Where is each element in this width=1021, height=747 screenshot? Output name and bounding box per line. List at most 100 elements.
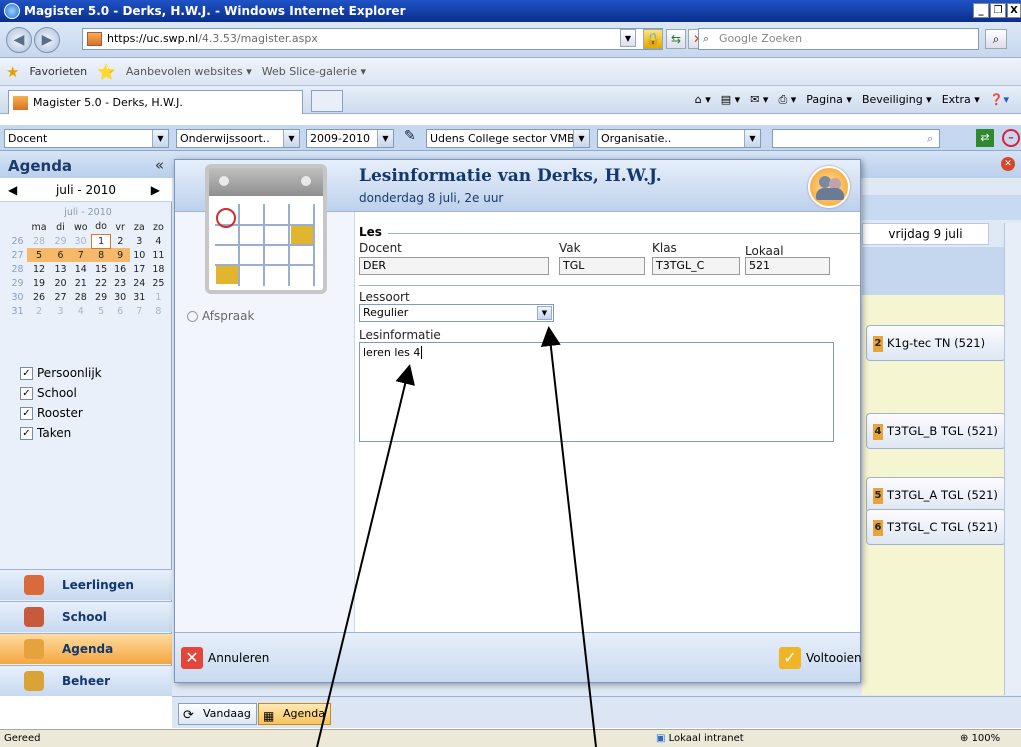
calendar-day[interactable]: 29 (92, 290, 111, 304)
calendar-day[interactable]: 7 (130, 304, 149, 318)
week-number[interactable]: 31 (8, 304, 27, 318)
calendar-day[interactable]: 25 (149, 276, 168, 290)
zoom-control[interactable]: ⊕ 100% (960, 730, 1000, 747)
search-go-icon[interactable]: ⌕ (985, 29, 1007, 49)
calendar-day[interactable]: 27 (51, 290, 70, 304)
calendar-day[interactable]: 28 (27, 234, 51, 248)
week-number[interactable]: 27 (8, 248, 27, 262)
prev-month-button[interactable]: ◀ (8, 178, 17, 202)
forward-button[interactable]: ▶ (34, 27, 60, 53)
calendar-day[interactable]: 11 (149, 248, 168, 262)
top-scrollbar[interactable] (1004, 223, 1021, 295)
calendar-day[interactable]: 6 (111, 304, 130, 318)
cancel-button[interactable]: ✕ Annuleren (181, 645, 269, 671)
calendar-day[interactable]: 31 (130, 290, 149, 304)
calendar-day[interactable]: 16 (111, 262, 130, 276)
calendar-day[interactable]: 14 (70, 262, 91, 276)
calendar-day[interactable]: 23 (111, 276, 130, 290)
calendar-day[interactable]: 1 (149, 290, 168, 304)
lock-icon[interactable]: 🔒 (643, 29, 663, 49)
calendar-day[interactable]: 13 (51, 262, 70, 276)
year-select[interactable]: 2009-2010 ▼ (306, 129, 394, 148)
afspraak-option[interactable]: Afspraak (187, 309, 254, 323)
lessoort-select[interactable]: Regulier ▼ (359, 304, 554, 322)
calendar-day[interactable]: 24 (130, 276, 149, 290)
calendar-day[interactable]: 1 (91, 233, 112, 249)
mail-icon[interactable]: ✉ ▾ (750, 93, 768, 107)
menu-pagina[interactable]: Pagina ▾ (806, 93, 852, 107)
calendar-day[interactable]: 20 (51, 276, 70, 290)
filter-taken[interactable]: ✓ Taken (20, 426, 71, 440)
calendar-day[interactable]: 7 (70, 248, 92, 262)
appointment[interactable]: 5 T3TGL_A TGL (521) (866, 477, 1006, 513)
calendar-day[interactable]: 8 (91, 248, 111, 262)
back-button[interactable]: ◀ (6, 27, 32, 53)
browser-tab[interactable]: Magister 5.0 - Derks, H.W.J. (8, 90, 303, 114)
refresh-icon[interactable]: ⇆ (666, 29, 686, 49)
fav-web-slice[interactable]: Web Slice-galerie ▾ (262, 65, 366, 78)
agenda-view-button[interactable]: ▦ Agenda (258, 703, 331, 725)
appointment[interactable]: 4 T3TGL_B TGL (521) (866, 413, 1006, 449)
calendar-day[interactable]: 3 (130, 234, 149, 248)
calendar-day[interactable]: 30 (70, 234, 91, 248)
add-favorite-icon[interactable]: ⭐ (97, 63, 116, 81)
calendar-day[interactable]: 10 (130, 248, 149, 262)
appointment[interactable]: 6 T3TGL_C TGL (521) (866, 509, 1006, 545)
calendar-day[interactable]: 2 (111, 234, 130, 248)
finish-button[interactable]: ✓ Voltooien (779, 645, 862, 671)
organisation-select[interactable]: Organisatie.. ▼ (597, 129, 761, 148)
print-icon[interactable]: ⎙ ▾ (778, 93, 796, 107)
filter-persoonlijk[interactable]: ✓ Persoonlijk (20, 366, 102, 380)
menu-beveiliging[interactable]: Beveiliging ▾ (862, 93, 932, 107)
week-number[interactable]: 28 (8, 262, 27, 276)
favorites-button[interactable]: Favorieten (29, 65, 87, 78)
close-icon[interactable]: ✕ (1001, 157, 1015, 171)
nav-panel-agenda[interactable]: Agenda (0, 633, 172, 664)
week-number[interactable]: 30 (8, 290, 27, 304)
calendar-day[interactable]: 18 (149, 262, 168, 276)
checkbox-icon[interactable]: ✓ (20, 386, 33, 400)
calendar-day[interactable]: 9 (110, 248, 130, 262)
restore-button[interactable]: ❐ (990, 3, 1006, 18)
pencil-icon[interactable]: ✎ (404, 128, 416, 144)
lesinformatie-textarea[interactable]: leren les 4 (359, 342, 834, 442)
search-input[interactable]: ⌕ Google Zoeken (698, 28, 979, 50)
checkbox-icon[interactable]: ✓ (20, 426, 33, 440)
week-number[interactable]: 29 (8, 276, 27, 290)
checkbox-icon[interactable]: ✓ (20, 366, 33, 380)
menu-extra[interactable]: Extra ▾ (942, 93, 980, 107)
home-icon[interactable]: ⌂ ▾ (695, 93, 711, 107)
nav-panel-beheer[interactable]: Beheer (0, 665, 172, 696)
calendar-day[interactable]: 29 (51, 234, 70, 248)
calendar-day[interactable]: 15 (92, 262, 111, 276)
dropdown-arrow-icon[interactable]: ▼ (620, 29, 636, 47)
appointment[interactable]: 2 K1g-tec TN (521) (866, 325, 1006, 361)
type-select[interactable]: Onderwijssoort.. ▼ (176, 129, 300, 148)
role-select[interactable]: Docent ▼ (4, 129, 169, 148)
week-number[interactable]: 26 (8, 234, 27, 248)
quick-search-input[interactable]: ⌕ (772, 129, 940, 148)
calendar-day[interactable]: 2 (27, 304, 51, 318)
feeds-icon[interactable]: ▤ ▾ (721, 93, 740, 107)
new-tab-button[interactable] (311, 90, 343, 112)
filter-school[interactable]: ✓ School (20, 386, 77, 400)
address-bar[interactable]: https://uc.swp.nl/4.3.53/magister.aspx (82, 28, 663, 50)
calendar-day[interactable]: 22 (92, 276, 111, 290)
favorites-star-icon[interactable]: ★ (6, 63, 19, 81)
school-select[interactable]: Udens College sector VMBO ▼ (426, 129, 590, 148)
calendar-day[interactable]: 5 (92, 304, 111, 318)
logout-icon[interactable]: – (1002, 129, 1020, 147)
minimize-button[interactable]: _ (973, 3, 989, 18)
calendar-day[interactable]: 4 (149, 234, 168, 248)
calendar-day[interactable]: 5 (27, 248, 51, 262)
calendar-day[interactable]: 19 (27, 276, 51, 290)
calendar-day[interactable]: 17 (130, 262, 149, 276)
calendar-day[interactable]: 8 (149, 304, 168, 318)
calendar-day[interactable]: 12 (27, 262, 51, 276)
calendar-day[interactable]: 30 (111, 290, 130, 304)
calendar-day[interactable]: 21 (70, 276, 91, 290)
help-icon[interactable]: ❓▾ (990, 93, 1009, 107)
checkbox-icon[interactable]: ✓ (20, 406, 33, 420)
nav-panel-leerlingen[interactable]: Leerlingen (0, 569, 172, 600)
fav-aanbevolen[interactable]: Aanbevolen websites ▾ (126, 65, 252, 78)
